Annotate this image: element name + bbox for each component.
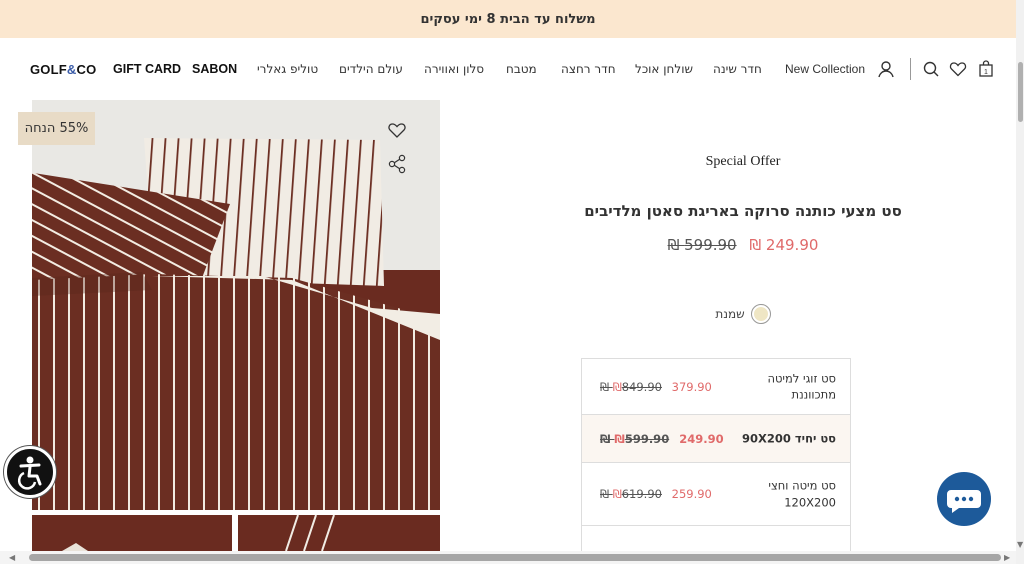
- vertical-scrollbar-thumb[interactable]: [1018, 62, 1023, 122]
- size-option-name: סט יחיד 90X200: [742, 431, 836, 446]
- size-option-name: סט מיטה וחצי 120X200: [768, 478, 836, 509]
- nav-gift-card[interactable]: GIFT CARD: [113, 62, 181, 76]
- size-option[interactable]: סט מיטה וחצי 120X200 259.90 ₪619.90 ₪: [582, 463, 850, 526]
- announcement-text: משלוח עד הבית 8 ימי עסקים: [420, 11, 596, 27]
- chat-bubble-icon: [947, 490, 981, 513]
- color-name: שמנת: [715, 307, 745, 321]
- size-option-original-price: 599.90 ₪: [600, 431, 670, 446]
- user-icon[interactable]: [877, 60, 895, 78]
- logo-part1: GOLF: [30, 62, 67, 77]
- product-title: סט מצעי כותנה סרוקה באריגת סאטן מלדיבים: [584, 202, 902, 220]
- size-option-price: 379.90 ₪849.90 ₪: [600, 380, 712, 394]
- cart-count: 1: [984, 69, 988, 76]
- scroll-left-arrow-icon[interactable]: ◀: [9, 553, 15, 562]
- discount-badge-text: 55% הנחה: [24, 121, 89, 136]
- wishlist-icon[interactable]: [949, 60, 967, 78]
- product-price: 249.90 ₪ 599.90 ₪: [470, 236, 1016, 254]
- special-offer-label: Special Offer: [705, 154, 781, 169]
- logo-amp: &: [66, 62, 77, 77]
- horizontal-scrollbar-thumb[interactable]: [29, 554, 1001, 561]
- size-option-name: סט זוגי למיטה מתכווננת: [767, 370, 836, 402]
- share-icon[interactable]: [387, 154, 407, 174]
- site-header: GOLF&CO GIFT CARD SABON טוליפ גאלרי עולם…: [0, 38, 1016, 100]
- color-option[interactable]: שמנת: [470, 304, 1016, 324]
- search-icon[interactable]: [922, 60, 940, 78]
- discount-badge: 55% הנחה: [18, 112, 95, 145]
- thumbnail-strip: [32, 515, 440, 551]
- size-option-original-price: 849.90 ₪: [600, 379, 662, 394]
- size-option-price: 249.90 ₪599.90 ₪: [600, 432, 724, 446]
- nav-toliph-gallery[interactable]: טוליפ גאלרי: [257, 62, 318, 76]
- accessibility-button[interactable]: [4, 446, 56, 498]
- size-option-selected[interactable]: סט יחיד 90X200 249.90 ₪599.90 ₪: [582, 415, 850, 463]
- header-divider: [910, 58, 911, 80]
- image-wishlist-icon[interactable]: [387, 120, 407, 140]
- accessibility-icon: [17, 456, 42, 490]
- size-option[interactable]: סט זוגי למיטה מתכווננת 379.90 ₪849.90 ₪: [582, 359, 850, 415]
- nav-sabon[interactable]: SABON: [192, 62, 237, 76]
- size-option-price: 259.90 ₪619.90 ₪: [600, 487, 712, 501]
- thumbnail-2[interactable]: [238, 515, 440, 551]
- site-logo[interactable]: GOLF&CO: [30, 62, 96, 77]
- bedding-photo: [32, 100, 440, 510]
- logo-part2: CO: [76, 62, 97, 77]
- thumbnail-1[interactable]: [32, 515, 232, 551]
- sale-price: 249.90 ₪: [749, 236, 819, 254]
- cart-icon[interactable]: 1: [977, 60, 995, 78]
- size-option-original-price: 619.90 ₪: [600, 487, 662, 501]
- size-options: סט זוגי למיטה מתכווננת 379.90 ₪849.90 ₪ …: [581, 358, 851, 556]
- nav-kids-world[interactable]: עולם הילדים: [339, 62, 403, 76]
- announcement-bar: משלוח עד הבית 8 ימי עסקים: [0, 0, 1016, 38]
- nav-new-collection[interactable]: New Collection: [785, 62, 865, 76]
- product-main-image[interactable]: [32, 100, 440, 510]
- color-swatch[interactable]: [750, 304, 771, 324]
- nav-living-room[interactable]: סלון ואווירה: [424, 62, 484, 76]
- nav-dining[interactable]: שולחן אוכל: [635, 62, 693, 76]
- scroll-down-arrow-icon[interactable]: ▼: [1017, 540, 1023, 549]
- chat-button[interactable]: [937, 472, 991, 526]
- scroll-right-arrow-icon[interactable]: ▶: [1004, 553, 1010, 562]
- nav-bathroom[interactable]: חדר רחצה: [561, 62, 616, 76]
- nav-bedroom[interactable]: חדר שינה: [713, 62, 762, 76]
- nav-kitchen[interactable]: מטבח: [506, 62, 537, 76]
- original-price: 599.90 ₪: [667, 236, 737, 254]
